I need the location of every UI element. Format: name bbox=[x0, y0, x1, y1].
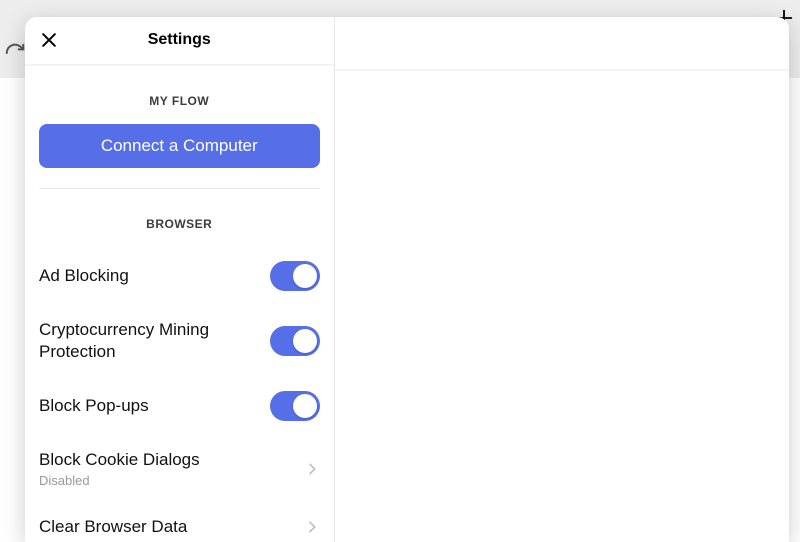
section-heading-myflow: MY FLOW bbox=[39, 94, 320, 108]
close-button[interactable] bbox=[37, 28, 61, 52]
settings-header: Settings bbox=[25, 17, 334, 66]
connect-computer-button[interactable]: Connect a Computer bbox=[39, 124, 320, 168]
row-block-popups: Block Pop-ups bbox=[39, 377, 320, 435]
row-label: Ad Blocking bbox=[39, 265, 270, 287]
section-heading-browser: BROWSER bbox=[39, 217, 320, 231]
chevron-right-icon bbox=[304, 461, 320, 477]
close-icon bbox=[39, 30, 59, 50]
settings-modal: Settings MY FLOW Connect a Computer BROW… bbox=[25, 17, 789, 542]
row-block-cookie-dialogs[interactable]: Block Cookie Dialogs Disabled bbox=[39, 435, 320, 502]
row-label: Clear Browser Data bbox=[39, 516, 304, 538]
row-clear-browser-data[interactable]: Clear Browser Data bbox=[39, 502, 320, 542]
toggle-block-popups[interactable] bbox=[270, 391, 320, 421]
reload-icon[interactable] bbox=[4, 42, 26, 64]
row-label: Block Cookie Dialogs bbox=[39, 449, 304, 471]
chevron-right-icon bbox=[304, 519, 320, 535]
toggle-crypto-mining[interactable] bbox=[270, 326, 320, 356]
toggle-ad-blocking[interactable] bbox=[270, 261, 320, 291]
divider bbox=[39, 188, 320, 189]
settings-title: Settings bbox=[148, 31, 211, 49]
settings-body: MY FLOW Connect a Computer BROWSER Ad Bl… bbox=[25, 66, 334, 542]
row-label: Cryptocurrency Mining Protection bbox=[39, 319, 270, 363]
detail-panel bbox=[335, 17, 790, 542]
row-label: Block Pop-ups bbox=[39, 395, 270, 417]
row-ad-blocking: Ad Blocking bbox=[39, 247, 320, 305]
row-sublabel: Disabled bbox=[39, 473, 304, 488]
row-crypto-mining: Cryptocurrency Mining Protection bbox=[39, 305, 320, 377]
settings-panel: Settings MY FLOW Connect a Computer BROW… bbox=[25, 17, 335, 542]
row-labels: Block Cookie Dialogs Disabled bbox=[39, 449, 304, 488]
